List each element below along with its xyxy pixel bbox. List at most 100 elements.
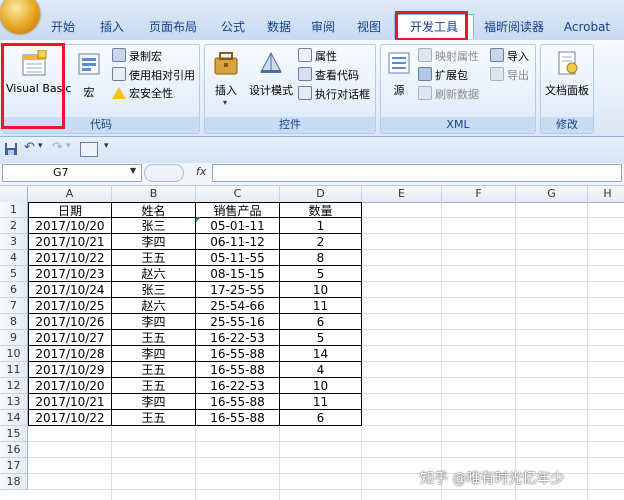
- name-box[interactable]: G7: [2, 164, 142, 182]
- row-header-6[interactable]: 6: [0, 282, 28, 298]
- row-header-13[interactable]: 13: [0, 394, 28, 410]
- table-cell[interactable]: 17-25-55: [195, 281, 280, 298]
- column-header-a[interactable]: A: [28, 186, 112, 202]
- view-code-button[interactable]: 查看代码: [298, 67, 359, 83]
- table-header-cell[interactable]: 日期: [28, 202, 112, 218]
- column-header-f[interactable]: F: [442, 186, 516, 202]
- customize-toolbar-icon[interactable]: ▾: [104, 141, 109, 151]
- table-cell[interactable]: 1: [279, 217, 362, 234]
- table-cell[interactable]: 16-22-53: [195, 329, 280, 346]
- table-cell[interactable]: 李四: [111, 345, 196, 362]
- table-cell[interactable]: 2017/10/29: [28, 361, 112, 378]
- table-cell[interactable]: 王五: [111, 329, 196, 346]
- table-cell[interactable]: 王五: [111, 377, 196, 394]
- table-cell[interactable]: 2017/10/27: [28, 329, 112, 346]
- redo-icon[interactable]: ↷: [52, 140, 63, 155]
- table-cell[interactable]: 16-55-88: [195, 409, 280, 426]
- table-header-cell[interactable]: 销售产品: [195, 202, 280, 218]
- row-header-16[interactable]: 16: [0, 442, 28, 458]
- design-mode-button[interactable]: 设计模式: [246, 48, 296, 112]
- form-icon[interactable]: [80, 142, 98, 157]
- table-cell[interactable]: 2017/10/20: [28, 217, 112, 234]
- table-cell[interactable]: 赵六: [111, 265, 196, 282]
- column-header-g[interactable]: G: [516, 186, 588, 202]
- table-cell[interactable]: 张三: [111, 217, 196, 234]
- row-header-9[interactable]: 9: [0, 330, 28, 346]
- row-header-5[interactable]: 5: [0, 266, 28, 282]
- table-cell[interactable]: 赵六: [111, 297, 196, 314]
- table-cell[interactable]: 8: [279, 249, 362, 266]
- formula-bar-expand-control[interactable]: [144, 164, 184, 182]
- table-header-cell[interactable]: 姓名: [111, 202, 196, 218]
- row-header-8[interactable]: 8: [0, 314, 28, 330]
- table-cell[interactable]: 李四: [111, 393, 196, 410]
- tab-0[interactable]: 开始: [40, 15, 86, 39]
- table-cell[interactable]: 06-11-12: [195, 233, 280, 250]
- properties-button[interactable]: 属性: [298, 48, 337, 64]
- table-cell[interactable]: 王五: [111, 249, 196, 266]
- tab-2[interactable]: 页面布局: [138, 15, 208, 39]
- table-cell[interactable]: 王五: [111, 409, 196, 426]
- table-cell[interactable]: 2017/10/21: [28, 393, 112, 410]
- table-cell[interactable]: 10: [279, 377, 362, 394]
- row-header-7[interactable]: 7: [0, 298, 28, 314]
- undo-dropdown-icon[interactable]: ▾: [38, 141, 43, 151]
- row-header-1[interactable]: 1: [0, 202, 28, 218]
- table-cell[interactable]: 16-55-88: [195, 345, 280, 362]
- tab-8[interactable]: 福昕阅读器: [474, 15, 554, 39]
- column-header-b[interactable]: B: [112, 186, 196, 202]
- macro-security-button[interactable]: 宏安全性: [112, 86, 173, 102]
- table-cell[interactable]: 16-22-53: [195, 377, 280, 394]
- table-cell[interactable]: 16-55-88: [195, 361, 280, 378]
- table-cell[interactable]: 5: [279, 329, 362, 346]
- row-header-18[interactable]: 18: [0, 474, 28, 490]
- column-header-h[interactable]: H: [588, 186, 624, 202]
- select-all-corner[interactable]: [0, 186, 28, 202]
- table-cell[interactable]: 05-11-55: [195, 249, 280, 266]
- table-cell[interactable]: 2017/10/22: [28, 409, 112, 426]
- tab-9[interactable]: Acrobat: [556, 15, 618, 39]
- table-cell[interactable]: 2017/10/21: [28, 233, 112, 250]
- table-cell[interactable]: 08-15-15: [195, 265, 280, 282]
- tab-4[interactable]: 数据: [258, 15, 300, 39]
- tab-5[interactable]: 审阅: [302, 15, 344, 39]
- table-cell[interactable]: 张三: [111, 281, 196, 298]
- table-cell[interactable]: 2017/10/28: [28, 345, 112, 362]
- expansion-pack-button[interactable]: 扩展包: [418, 67, 468, 83]
- save-icon[interactable]: [4, 142, 18, 156]
- table-cell[interactable]: 05-01-11: [195, 217, 280, 234]
- table-cell[interactable]: 王五: [111, 361, 196, 378]
- document-panel-button[interactable]: 文档面板: [540, 48, 594, 112]
- table-cell[interactable]: 2: [279, 233, 362, 250]
- row-header-14[interactable]: 14: [0, 410, 28, 426]
- table-cell[interactable]: 11: [279, 393, 362, 410]
- export-button[interactable]: 导出: [490, 67, 529, 83]
- table-cell[interactable]: 25-55-16: [195, 313, 280, 330]
- name-box-dropdown-icon[interactable]: ▼: [130, 166, 136, 175]
- table-cell[interactable]: 11: [279, 297, 362, 314]
- table-cell[interactable]: 16-55-88: [195, 393, 280, 410]
- table-cell[interactable]: 2017/10/23: [28, 265, 112, 282]
- table-cell[interactable]: 李四: [111, 313, 196, 330]
- table-cell[interactable]: 6: [279, 409, 362, 426]
- run-dialog-button[interactable]: 执行对话框: [298, 86, 370, 102]
- row-header-17[interactable]: 17: [0, 458, 28, 474]
- table-cell[interactable]: 5: [279, 265, 362, 282]
- table-cell[interactable]: 10: [279, 281, 362, 298]
- table-cell[interactable]: 25-54-66: [195, 297, 280, 314]
- table-cell[interactable]: 2017/10/24: [28, 281, 112, 298]
- formula-input[interactable]: [212, 164, 622, 182]
- table-cell[interactable]: 2017/10/22: [28, 249, 112, 266]
- row-header-3[interactable]: 3: [0, 234, 28, 250]
- macro-button[interactable]: 宏: [74, 50, 104, 110]
- record-macro-button[interactable]: 录制宏: [112, 48, 162, 64]
- map-properties-button[interactable]: 映射属性: [418, 48, 479, 64]
- table-cell[interactable]: 李四: [111, 233, 196, 250]
- table-cell[interactable]: 2017/10/20: [28, 377, 112, 394]
- import-button[interactable]: 导入: [490, 48, 529, 64]
- redo-dropdown-icon[interactable]: ▾: [66, 141, 71, 151]
- undo-icon[interactable]: ↶: [24, 140, 35, 155]
- row-header-10[interactable]: 10: [0, 346, 28, 362]
- table-cell[interactable]: 14: [279, 345, 362, 362]
- row-header-12[interactable]: 12: [0, 378, 28, 394]
